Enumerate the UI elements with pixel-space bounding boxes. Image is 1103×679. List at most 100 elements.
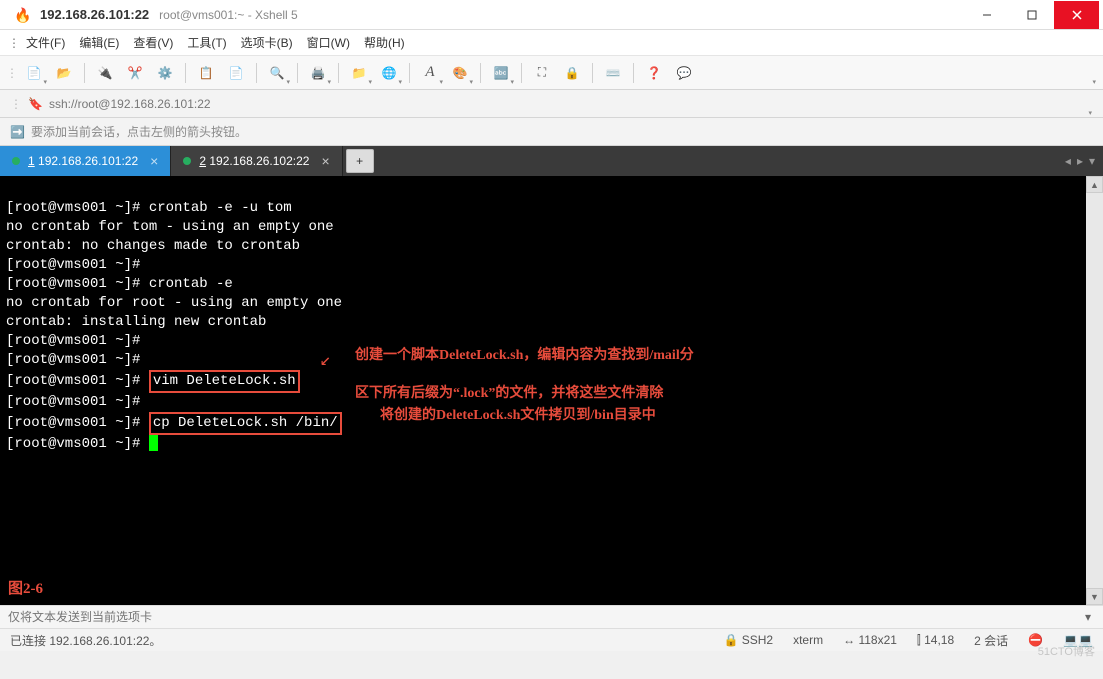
menubar: ⋮ 文件(F) 编辑(E) 查看(V) 工具(T) 选项卡(B) 窗口(W) 帮… [0, 30, 1103, 56]
open-session-button[interactable]: 📂 [50, 59, 78, 87]
app-icon: 🔥 [14, 7, 30, 23]
add-session-arrow-button[interactable]: ➡️ [10, 125, 25, 139]
maximize-button[interactable] [1009, 1, 1054, 29]
toolbar: ⋮ 📄▾ 📂 🔌 ✂️ ⚙️ 📋 📄 🔍▾ 🖨️▾ 📁▾ 🌐▾ A▾ 🎨▾ 🔤▾… [0, 56, 1103, 90]
title-subtitle: root@vms001:~ - Xshell 5 [159, 8, 298, 22]
toolbar-overflow-button[interactable]: ▾ [1069, 59, 1097, 87]
new-session-button[interactable]: 📄▾ [20, 59, 48, 87]
separator [409, 63, 410, 83]
highlighted-command-1: vim DeleteLock.sh [149, 370, 300, 393]
tip-text: 要添加当前会话，点击左侧的箭头按钮。 [31, 123, 247, 140]
print-button[interactable]: 🖨️▾ [304, 59, 332, 87]
watermark: 51CTO博客 [1038, 643, 1095, 659]
cursor-icon [149, 435, 158, 451]
tab-label: 192.168.26.101:22 [38, 154, 138, 168]
figure-label: 图2-6 [8, 580, 43, 599]
terminal-line: [root@vms001 ~]# [6, 394, 140, 410]
tab-number: 1 [28, 154, 35, 168]
terminal-line: crontab: installing new crontab [6, 314, 266, 330]
terminal-prompt: [root@vms001 ~]# [6, 415, 149, 431]
separator [633, 63, 634, 83]
addressbar-grip-icon: ⋮ [10, 97, 22, 111]
status-dot-icon [183, 157, 191, 165]
tab-number: 2 [199, 154, 206, 168]
paste-button[interactable]: 📄 [222, 59, 250, 87]
new-tab-button[interactable]: + [346, 149, 374, 173]
reconnect-button[interactable]: 🔌 [91, 59, 119, 87]
menu-tabs[interactable]: 选项卡(B) [241, 34, 293, 51]
menu-help[interactable]: 帮助(H) [364, 34, 405, 51]
address-url[interactable]: ssh://root@192.168.26.101:22 [49, 97, 211, 111]
status-protocol: 🔒 SSH2 [723, 633, 773, 647]
scroll-track[interactable] [1086, 193, 1103, 588]
tab-navigation: ◂ ▸ ▾ [1057, 146, 1103, 176]
tab-close-button[interactable]: × [321, 153, 329, 169]
terminal-prompt: [root@vms001 ~]# [6, 436, 149, 452]
disconnect-button[interactable]: ✂️ [121, 59, 149, 87]
copy-button[interactable]: 📋 [192, 59, 220, 87]
sendbar: ▾ [0, 605, 1103, 629]
globe-button[interactable]: 🌐▾ [375, 59, 403, 87]
terminal-line: [root@vms001 ~]# [6, 352, 140, 368]
status-dot-icon [12, 157, 20, 165]
terminal-prompt: [root@vms001 ~]# [6, 373, 149, 389]
help-button[interactable]: ❓ [640, 59, 668, 87]
tab-2[interactable]: 2 192.168.26.102:22 × [171, 146, 342, 176]
bookmark-icon[interactable]: 🔖 [28, 97, 43, 111]
separator [592, 63, 593, 83]
find-button[interactable]: 🔍▾ [263, 59, 291, 87]
addressbar-overflow-button[interactable]: ▾ [1065, 90, 1093, 118]
separator [338, 63, 339, 83]
menu-edit[interactable]: 编辑(E) [79, 34, 119, 51]
scroll-down-button[interactable]: ▼ [1086, 588, 1103, 605]
send-input[interactable] [8, 610, 1081, 624]
tipbar: ➡️ 要添加当前会话，点击左侧的箭头按钮。 [0, 118, 1103, 146]
terminal-line: [root@vms001 ~]# [6, 333, 140, 349]
tab-list-button[interactable]: ▾ [1089, 154, 1095, 168]
color-button[interactable]: 🎨▾ [446, 59, 474, 87]
terminal-line: [root@vms001 ~]# crontab -e [6, 276, 233, 292]
terminal-line: no crontab for tom - using an empty one [6, 219, 334, 235]
tab-label: 192.168.26.102:22 [209, 154, 309, 168]
titlebar: 🔥 192.168.26.101:22 root@vms001:~ - Xshe… [0, 0, 1103, 30]
addressbar: ⋮ 🔖 ssh://root@192.168.26.101:22 ▾ [0, 90, 1103, 118]
separator [480, 63, 481, 83]
terminal[interactable]: [root@vms001 ~]# crontab -e -u tom no cr… [0, 176, 1086, 605]
terminal-line: [root@vms001 ~]# crontab -e -u tom [6, 200, 292, 216]
minimize-button[interactable] [964, 1, 1009, 29]
separator [521, 63, 522, 83]
tab-prev-button[interactable]: ◂ [1065, 154, 1071, 168]
highlighted-command-2: cp DeleteLock.sh /bin/ [149, 412, 342, 435]
menu-window[interactable]: 窗口(W) [307, 34, 350, 51]
tab-1[interactable]: 1 192.168.26.101:22 × [0, 146, 171, 176]
menu-grip-icon: ⋮ [8, 36, 20, 50]
font-button[interactable]: A▾ [416, 59, 444, 87]
chat-button[interactable]: 💬 [670, 59, 698, 87]
send-dropdown-button[interactable]: ▾ [1081, 610, 1095, 624]
terminal-line: crontab: no changes made to crontab [6, 238, 300, 254]
status-connected: 已连接 192.168.26.101:22。 [10, 632, 161, 649]
xftp-button[interactable]: 📁▾ [345, 59, 373, 87]
tab-close-button[interactable]: × [150, 153, 158, 169]
annotation-2: 将创建的DeleteLock.sh文件拷贝到/bin目录中 [380, 406, 656, 425]
terminal-container: [root@vms001 ~]# crontab -e -u tom no cr… [0, 176, 1103, 605]
title-ip: 192.168.26.101:22 [40, 7, 149, 22]
menu-view[interactable]: 查看(V) [133, 34, 173, 51]
statusbar: 已连接 192.168.26.101:22。 🔒 SSH2 xterm ↔ 11… [0, 629, 1103, 651]
keyboard-button[interactable]: ⌨️ [599, 59, 627, 87]
status-position: ⫿ 14,18 [917, 633, 954, 648]
status-term: xterm [793, 633, 823, 647]
fullscreen-button[interactable]: ⛶ [528, 59, 556, 87]
menu-tools[interactable]: 工具(T) [187, 34, 226, 51]
properties-button[interactable]: ⚙️ [151, 59, 179, 87]
tab-next-button[interactable]: ▸ [1077, 154, 1083, 168]
annotation-1b: 区下所有后缀为“.lock”的文件，并将这些文件清除 [355, 384, 663, 403]
separator [256, 63, 257, 83]
lock-button[interactable]: 🔒 [558, 59, 586, 87]
menu-file[interactable]: 文件(F) [26, 34, 65, 51]
scroll-up-button[interactable]: ▲ [1086, 176, 1103, 193]
encoding-button[interactable]: 🔤▾ [487, 59, 515, 87]
scrollbar[interactable]: ▲ ▼ [1086, 176, 1103, 605]
terminal-line: no crontab for root - using an empty one [6, 295, 342, 311]
close-button[interactable] [1054, 1, 1099, 29]
